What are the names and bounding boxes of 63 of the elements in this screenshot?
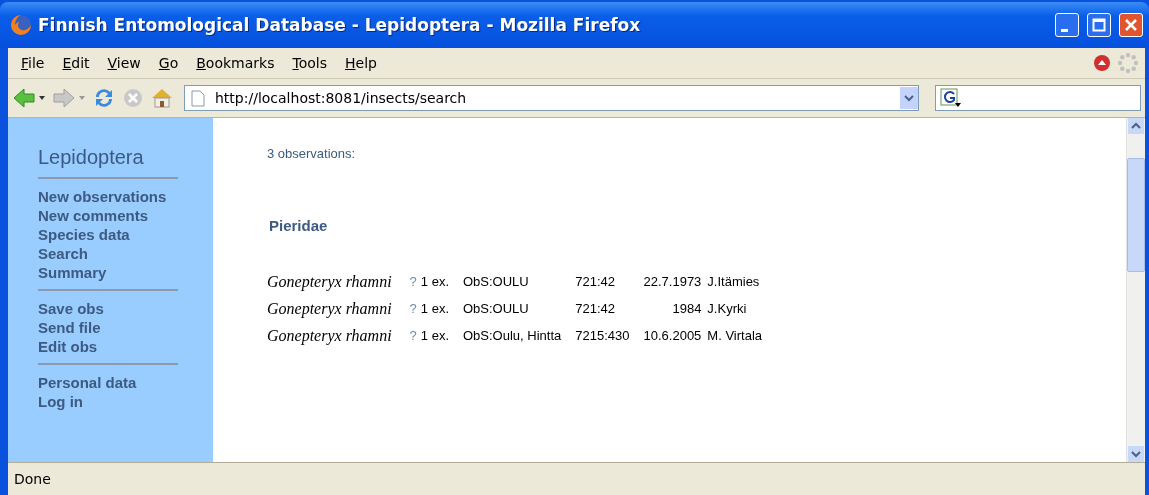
observer-name: M. Virtala [707, 328, 763, 343]
collection-cell: ObS:OULU [463, 274, 529, 289]
collection-cell: ObS:Oulu, Hintta [463, 328, 562, 343]
close-icon [1124, 18, 1138, 32]
query-mark: ? [409, 328, 417, 343]
sidebar-link[interactable]: New comments [38, 206, 149, 225]
specimen-count: 1 ex. [420, 328, 449, 343]
page-icon [191, 89, 205, 107]
status-text: Done [14, 471, 51, 487]
maximize-icon [1092, 18, 1106, 32]
query-mark: ? [409, 274, 417, 289]
menu-item[interactable]: Bookmarks [187, 53, 284, 73]
window-title: Finnish Entomological Database - Lepidoptera - Mozilla Firefox [38, 15, 642, 35]
grid-coordinate: 721:42 [575, 301, 616, 316]
sidebar-link[interactable]: Search [38, 244, 89, 263]
dropdown-button[interactable] [900, 87, 918, 109]
menu-item[interactable]: View [98, 53, 150, 73]
menu-item[interactable]: Help [336, 53, 386, 73]
scroll-down-icon[interactable] [1128, 446, 1144, 462]
vertical-scrollbar[interactable] [1126, 118, 1145, 462]
observer-name: J.Itämies [707, 274, 760, 289]
specimen-count: 1 ex. [420, 301, 449, 316]
throbber-icon [1117, 52, 1139, 74]
date-cell: 10.6.2005 [643, 328, 702, 343]
update-icon [1093, 54, 1111, 72]
minimize-button[interactable] [1055, 13, 1079, 37]
firefox-logo-icon [10, 14, 32, 36]
search-field[interactable] [935, 85, 1141, 111]
sidebar-title: Lepidoptera [38, 146, 145, 169]
family-heading: Pieridae [269, 217, 329, 234]
minimize-icon [1061, 28, 1068, 32]
search-engine-icon [940, 88, 962, 108]
menu-item[interactable]: Tools [283, 53, 336, 73]
sidebar-link[interactable]: Species data [38, 225, 130, 244]
menu-item[interactable]: Go [149, 53, 188, 73]
maximize-button[interactable] [1087, 13, 1111, 37]
species-name: Gonepteryx rhamni [267, 326, 392, 344]
address-field[interactable]: http://localhost:8081/insects/search [184, 85, 919, 111]
sidebar-link[interactable]: Save obs [38, 299, 104, 318]
collection-cell: ObS:OULU [463, 301, 529, 316]
menu-item[interactable]: Edit [53, 53, 99, 73]
species-name: Gonepteryx rhamni [267, 299, 392, 317]
observer-name: J.Kyrki [707, 301, 747, 316]
grid-coordinate: 7215:430 [575, 328, 630, 343]
specimen-count: 1 ex. [420, 274, 449, 289]
sidebar-link[interactable]: Summary [38, 263, 107, 282]
query-mark: ? [409, 301, 417, 316]
sidebar-link[interactable]: Edit obs [38, 337, 98, 356]
date-cell: 1984 [672, 301, 702, 316]
species-name: Gonepteryx rhamni [267, 272, 392, 290]
sidebar-link[interactable]: New observations [38, 187, 167, 206]
sidebar-link[interactable]: Send file [38, 318, 101, 337]
home-button[interactable] [150, 87, 174, 109]
back-button[interactable] [12, 87, 46, 109]
result-count: 3 observations: [267, 146, 357, 161]
scroll-up-icon[interactable] [1128, 118, 1144, 134]
sidebar-link[interactable]: Personal data [38, 373, 137, 392]
close-button[interactable] [1119, 13, 1143, 37]
menu-item[interactable]: File [12, 53, 54, 73]
sidebar-link[interactable]: Log in [38, 392, 83, 411]
grid-coordinate: 721:42 [575, 274, 616, 289]
date-cell: 22.7.1973 [643, 274, 702, 289]
forward-button[interactable] [52, 87, 86, 109]
